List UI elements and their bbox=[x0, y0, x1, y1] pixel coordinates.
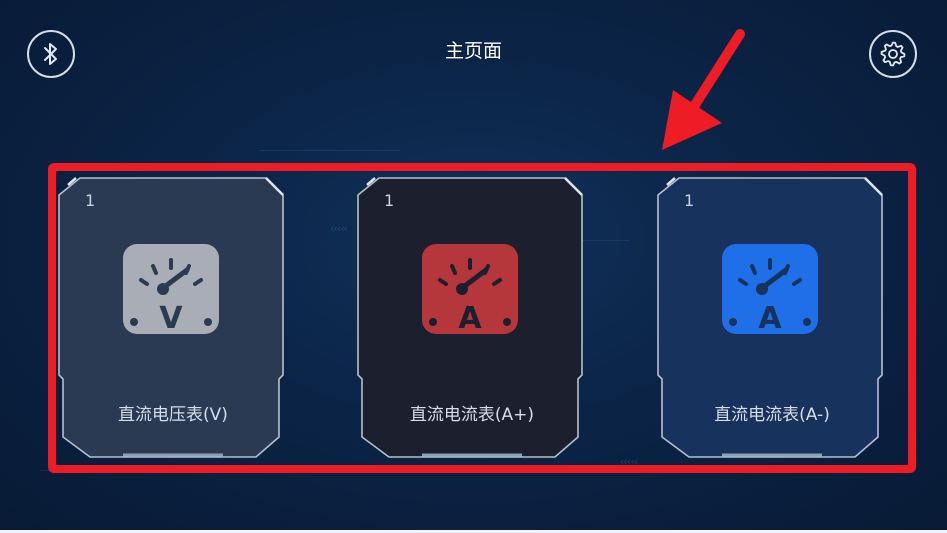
background-line bbox=[260, 150, 400, 151]
background-chevrons: ‹‹‹‹‹ bbox=[330, 222, 348, 235]
background-chevrons: ‹‹‹‹‹ bbox=[620, 455, 638, 468]
card-count: 1 bbox=[85, 191, 96, 210]
ammeter-gauge-icon: A bbox=[722, 244, 818, 336]
settings-button[interactable] bbox=[869, 30, 917, 78]
card-count: 1 bbox=[384, 191, 395, 210]
card-dc-voltmeter[interactable]: 1 V 直流电压表(V) bbox=[58, 175, 288, 460]
card-dc-ammeter-negative[interactable]: 1 A 直流电流表(A-) bbox=[657, 175, 887, 460]
card-count: 1 bbox=[684, 191, 695, 210]
card-label: 直流电流表(A+) bbox=[409, 405, 535, 425]
voltmeter-gauge-icon: V bbox=[123, 244, 219, 336]
gauge-letter: A bbox=[458, 301, 482, 336]
card-label: 直流电流表(A-) bbox=[714, 405, 830, 425]
page-title: 主页面 bbox=[444, 40, 502, 62]
ammeter-gauge-icon: A bbox=[422, 244, 518, 336]
background-line bbox=[40, 470, 130, 471]
gauge-letter: A bbox=[758, 301, 782, 336]
gear-icon bbox=[880, 41, 906, 67]
card-dc-ammeter-positive[interactable]: 1 A 直流电流表(A+) bbox=[357, 175, 587, 460]
gauge-letter: V bbox=[159, 301, 183, 336]
card-label: 直流电压表(V) bbox=[118, 405, 228, 425]
app-screen: ‹‹‹‹‹ ‹‹‹‹‹ ‹‹‹‹‹ ‹‹‹‹‹ 主页面 1 bbox=[0, 0, 947, 533]
